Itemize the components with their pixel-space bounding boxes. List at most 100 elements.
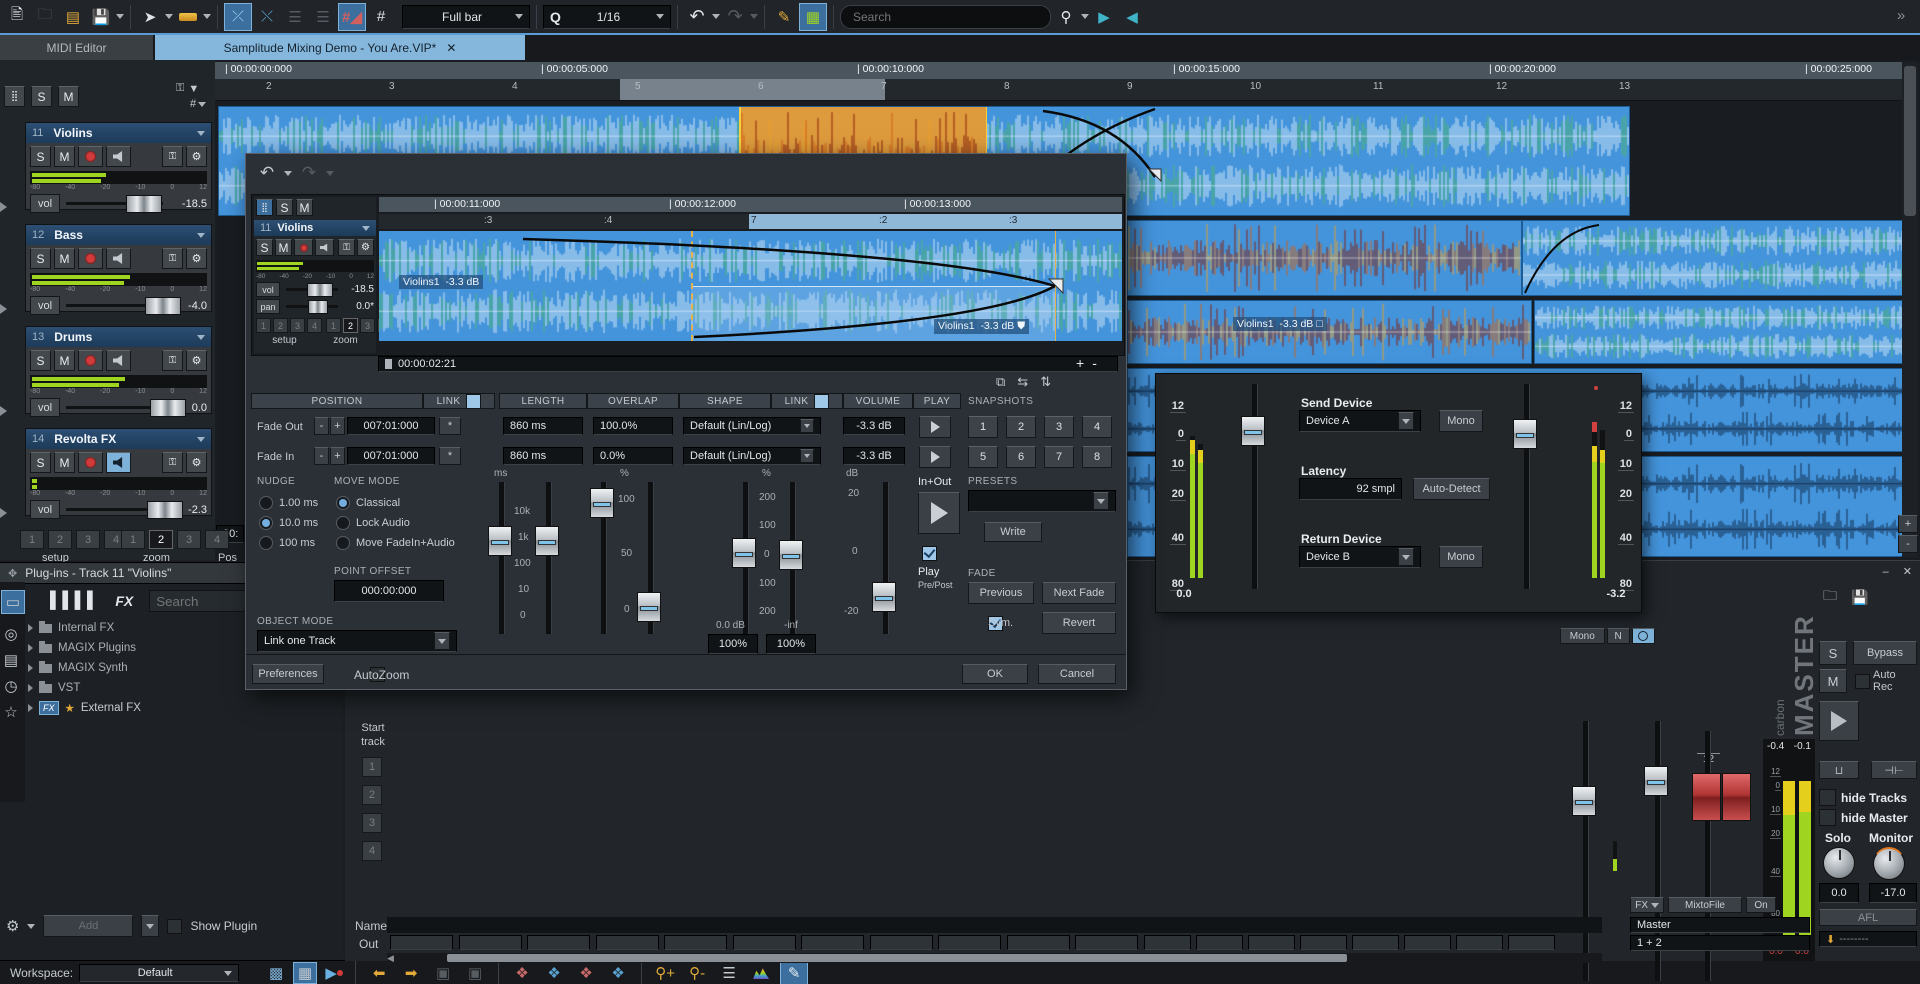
start-track-button[interactable]: 2	[362, 785, 382, 805]
track-monitor-button[interactable]	[106, 146, 131, 167]
draw-tool-icon[interactable]	[175, 4, 201, 30]
zoom-out-button[interactable]: -	[1898, 535, 1918, 553]
track-fx-gear-icon[interactable]: ⚙	[186, 350, 207, 371]
preferences-button[interactable]: Preferences	[252, 664, 324, 684]
link2-checkbox[interactable]	[814, 394, 829, 409]
return-mono-button[interactable]: Mono	[1439, 546, 1483, 568]
mixtofile-button[interactable]: MixtoFile	[1668, 897, 1742, 913]
start-track-button[interactable]: 4	[362, 841, 382, 861]
track-lock-icon[interactable]: ⚿	[162, 248, 183, 269]
visualization-icon[interactable]: ◎	[0, 624, 22, 644]
screen-view-icon[interactable]: ▭	[1, 590, 25, 614]
toolbar-overflow-icon[interactable]: »	[1888, 2, 1914, 28]
track-volume-slider[interactable]	[66, 304, 163, 307]
track-mute-button[interactable]: M	[54, 350, 75, 371]
search-prev-icon[interactable]: ◀	[1119, 4, 1145, 30]
open-file-icon[interactable]: 🗀	[32, 4, 58, 30]
range-marker-icon[interactable]: ❖	[541, 960, 567, 984]
bar-ruler[interactable]: 2345678910111213	[215, 79, 1902, 101]
strip-out-field[interactable]	[527, 935, 590, 950]
overlap-fader-in[interactable]	[637, 592, 661, 622]
dialog-bar-ruler[interactable]: :3:47:2:3	[379, 214, 1122, 229]
link-channels-icon[interactable]: ⊔	[1819, 761, 1859, 779]
section-shape[interactable]: SHAPE	[679, 393, 771, 409]
strip-out-field[interactable]	[801, 935, 864, 950]
workspace-select[interactable]: Default	[79, 964, 239, 982]
undo-icon[interactable]: ↶	[684, 4, 710, 30]
dialog-track-speaker[interactable]	[315, 239, 334, 256]
new-file-icon[interactable]: 🖹	[4, 4, 30, 30]
all-mute-button[interactable]: M	[58, 86, 79, 107]
strip-out-field[interactable]	[1404, 935, 1451, 950]
unlink-channels-icon[interactable]: ⊣⊢	[1871, 761, 1917, 779]
strip-out-field[interactable]	[1144, 935, 1191, 950]
aux-fader-1[interactable]	[1572, 786, 1596, 816]
send-device-select[interactable]: Device A	[1299, 410, 1421, 432]
n-button[interactable]: N	[1607, 628, 1630, 644]
shape-fader-out[interactable]	[732, 538, 756, 568]
mono-button[interactable]: Mono	[1560, 628, 1605, 644]
object-editor-icon[interactable]: ✎	[771, 4, 797, 30]
strip-out-field[interactable]	[596, 935, 659, 950]
save-dropdown-icon[interactable]	[116, 14, 124, 19]
master-solo-button[interactable]: S	[1819, 641, 1847, 665]
previous-fade-button[interactable]: Previous	[968, 582, 1034, 604]
track-mute-button[interactable]: M	[54, 452, 75, 473]
snapshot-button[interactable]: 1	[968, 416, 998, 438]
track-lock-icon[interactable]: ⚿	[162, 146, 183, 167]
range-loop-icon[interactable]: ❖	[605, 960, 631, 984]
track-header[interactable]: 11 Violins S M ⚿ ⚙ -80-40-20-10012 vol	[25, 122, 212, 210]
strip-out-field[interactable]	[1007, 935, 1070, 950]
spectral-view-icon[interactable]	[748, 960, 774, 984]
length-fader-in[interactable]	[535, 526, 559, 556]
import-audio-icon[interactable]: ▤	[60, 4, 86, 30]
undo-dropdown-icon[interactable]	[712, 14, 720, 19]
fade-out-overlap[interactable]: 100.0%	[593, 417, 673, 435]
fx-tab-icon[interactable]: FX	[115, 593, 133, 609]
page-button[interactable]: 2	[273, 318, 288, 333]
snap-magnet-icon[interactable]: #◢	[338, 3, 366, 31]
dialog-redo-dropdown[interactable]	[326, 171, 334, 176]
hide-master-checkbox[interactable]	[1819, 809, 1836, 826]
grid-icon[interactable]: #	[368, 4, 394, 30]
page-button[interactable]: 4	[307, 318, 322, 333]
fade-out-length[interactable]: 860 ms	[503, 417, 583, 435]
length-fader-out[interactable]	[488, 526, 512, 556]
track-monitor-button[interactable]	[106, 248, 131, 269]
transport-toggle-icon[interactable]: ▶	[323, 963, 345, 983]
dialog-time-ruler[interactable]: | 00:00:11:000| 00:00:12:000| 00:00:13:0…	[379, 197, 1122, 212]
solo-knob[interactable]	[1823, 847, 1855, 879]
move-mode-radio-1[interactable]	[336, 496, 350, 510]
punch-marker-in-icon[interactable]: ▣	[430, 960, 456, 984]
dialog-zoom-in-icon[interactable]: +	[1076, 355, 1084, 371]
latency-field[interactable]: 92 smpl	[1299, 478, 1402, 500]
snapshot-button[interactable]: 3	[1044, 416, 1074, 438]
dialog-undo-dropdown[interactable]	[284, 171, 292, 176]
fade-out-snap[interactable]: *	[439, 417, 461, 435]
fade-in-plus[interactable]: +	[330, 447, 345, 465]
favorites-star-icon[interactable]: ☆	[0, 702, 22, 722]
fade-in-volume[interactable]: -3.3 dB	[843, 447, 905, 465]
return-device-select[interactable]: Device B	[1299, 546, 1421, 568]
crossfade-editor-icon[interactable]: ⤫	[224, 3, 252, 31]
strip-out-field[interactable]	[870, 935, 933, 950]
dialog-waveform[interactable]: Violins1 -3.3 dB Violins1 -3.3 dB ⛊	[379, 231, 1122, 341]
snapshot-button[interactable]: 5	[968, 446, 998, 468]
revert-button[interactable]: Revert	[1042, 612, 1116, 634]
dialog-swap-vertical-icon[interactable]: ⇅	[1040, 374, 1051, 390]
section-position[interactable]: POSITION	[251, 393, 423, 409]
send-mono-button[interactable]: Mono	[1439, 410, 1483, 432]
range-start-icon[interactable]: ❖	[509, 960, 535, 984]
play-prepost-checkbox[interactable]	[922, 546, 937, 561]
strip-out-field[interactable]	[664, 935, 727, 950]
mixer-toggle-icon[interactable]: ▦	[799, 3, 827, 31]
master-circle-icon[interactable]	[1632, 628, 1655, 644]
filter-icon[interactable]: ▼	[188, 83, 199, 95]
dialog-track-fx[interactable]: ⚙	[357, 239, 374, 256]
nudge-radio-2[interactable]	[259, 516, 273, 530]
dialog-all-mute[interactable]: M	[296, 199, 313, 216]
page-button[interactable]: 1	[326, 318, 341, 333]
autodetect-button[interactable]: Auto-Detect	[1413, 478, 1490, 500]
link1-checkbox[interactable]	[466, 394, 481, 409]
track-mute-button[interactable]: M	[54, 146, 75, 167]
